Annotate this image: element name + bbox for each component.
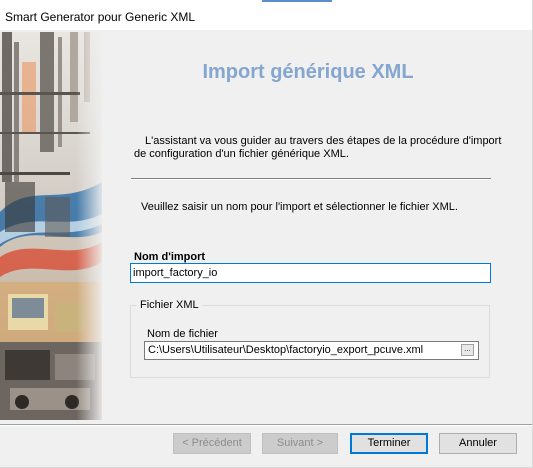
intro-line-1: L'assistant va vous guider au travers de… — [145, 135, 502, 147]
window-title: Smart Generator pour Generic XML — [5, 10, 196, 24]
wizard-window: Smart Generator pour Generic XML Import … — [0, 0, 533, 468]
import-name-label: Nom d'import — [134, 251, 206, 263]
import-name-input[interactable] — [130, 263, 491, 283]
file-name-label: Nom de fichier — [147, 328, 218, 340]
previous-button[interactable]: < Précédent — [173, 433, 251, 454]
wizard-side-image — [0, 32, 102, 420]
wizard-intro: L'assistant va vous guider au travers de… — [134, 135, 502, 161]
wizard-heading: Import générique XML — [202, 61, 414, 83]
title-bar[interactable]: Smart Generator pour Generic XML — [0, 0, 533, 30]
cancel-button[interactable]: Annuler — [439, 433, 517, 454]
footer-separator-highlight — [0, 425, 533, 426]
next-button[interactable]: Suivant > — [262, 433, 338, 454]
xml-file-group-label: Fichier XML — [137, 299, 202, 311]
title-accent — [262, 0, 332, 2]
browse-button[interactable]: ... — [461, 344, 474, 356]
file-name-field[interactable]: C:\Users\Utilisateur\Desktop\factoryio_e… — [144, 341, 479, 360]
intro-line-2: de configuration d'un fichier générique … — [134, 148, 349, 160]
file-name-value: C:\Users\Utilisateur\Desktop\factoryio_e… — [148, 344, 424, 356]
finish-button[interactable]: Terminer — [350, 433, 428, 454]
section-separator-highlight — [131, 179, 491, 180]
wizard-instruction: Veuillez saisir un nom pour l'import et … — [141, 201, 458, 213]
